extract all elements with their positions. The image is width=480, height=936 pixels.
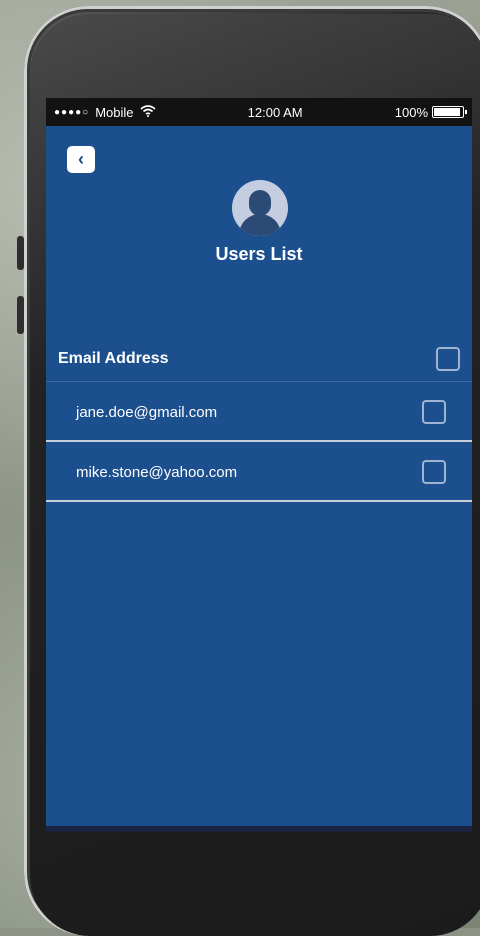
- user-avatar-icon: [232, 180, 288, 236]
- wifi-icon: [139, 104, 156, 120]
- row-checkbox[interactable]: [422, 400, 446, 424]
- list-item[interactable]: mike.stone@yahoo.com: [46, 444, 472, 502]
- status-left: ●●●●○ Mobile: [54, 104, 156, 120]
- chevron-left-icon: ‹: [78, 149, 84, 169]
- carrier-label: Mobile: [95, 104, 134, 120]
- status-time: 12:00 AM: [247, 104, 303, 120]
- app-screen: ●●●●○ Mobile 12:00 AM 100% ‹ Users List …: [46, 98, 472, 832]
- email-label: jane.doe@gmail.com: [76, 403, 218, 421]
- status-right: 100%: [394, 104, 467, 120]
- page-title: Users List: [215, 244, 303, 264]
- volume-down-button: [17, 296, 24, 334]
- list-header: Email Address: [46, 336, 472, 382]
- select-all-checkbox[interactable]: [436, 346, 460, 371]
- avatar-body: [239, 214, 281, 236]
- signal-strength-icon: ●●●●○: [54, 106, 90, 118]
- back-button[interactable]: ‹: [67, 146, 95, 173]
- column-label-email: Email Address: [58, 349, 169, 367]
- row-checkbox[interactable]: [422, 460, 446, 484]
- battery-fill: [434, 108, 460, 116]
- avatar-head: [249, 190, 271, 216]
- battery-percent: 100%: [394, 104, 428, 120]
- volume-up-button: [17, 236, 24, 270]
- battery-icon: [432, 106, 467, 118]
- email-label: mike.stone@yahoo.com: [76, 463, 238, 481]
- bottom-edge: [46, 826, 472, 832]
- status-bar: ●●●●○ Mobile 12:00 AM 100%: [46, 98, 472, 126]
- list-item[interactable]: jane.doe@gmail.com: [46, 384, 472, 442]
